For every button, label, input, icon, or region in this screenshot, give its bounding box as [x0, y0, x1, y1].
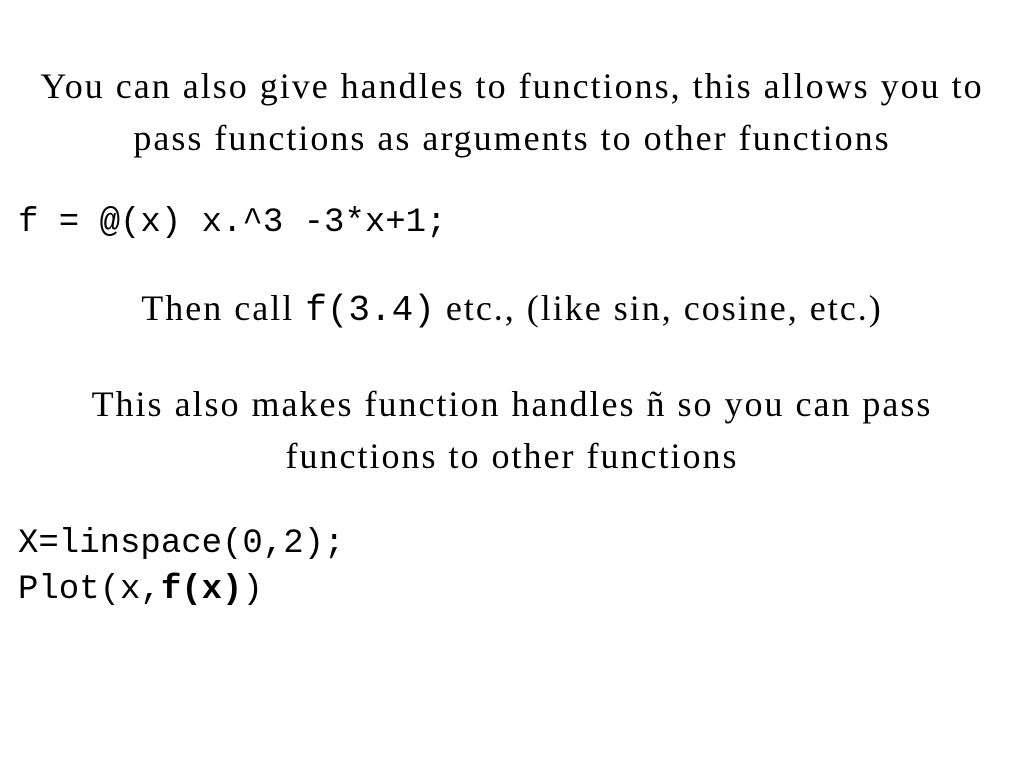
code-plot-block: X=linspace(0,2); Plot(x,f(x))	[18, 522, 1006, 614]
paragraph-handles-pass: This also makes function handles ñ so yo…	[18, 378, 1006, 482]
text-fragment: etc., (like sin, cosine, etc.)	[435, 288, 883, 328]
paragraph-intro: You can also give handles to functions, …	[18, 60, 1006, 164]
code-linspace: X=linspace(0,2);	[18, 525, 344, 563]
code-define-function-handle: f = @(x) x.^3 -3*x+1;	[18, 204, 1006, 242]
code-plot-prefix: Plot(x,	[18, 571, 161, 609]
code-plot-fx: f(x)	[161, 571, 243, 609]
text-fragment: Then call	[141, 288, 305, 328]
paragraph-then-call: Then call f(3.4) etc., (like sin, cosine…	[18, 282, 1006, 337]
slide: You can also give handles to functions, …	[0, 0, 1024, 768]
inline-code-call: f(3.4)	[305, 290, 435, 331]
code-plot-suffix: )	[242, 571, 262, 609]
